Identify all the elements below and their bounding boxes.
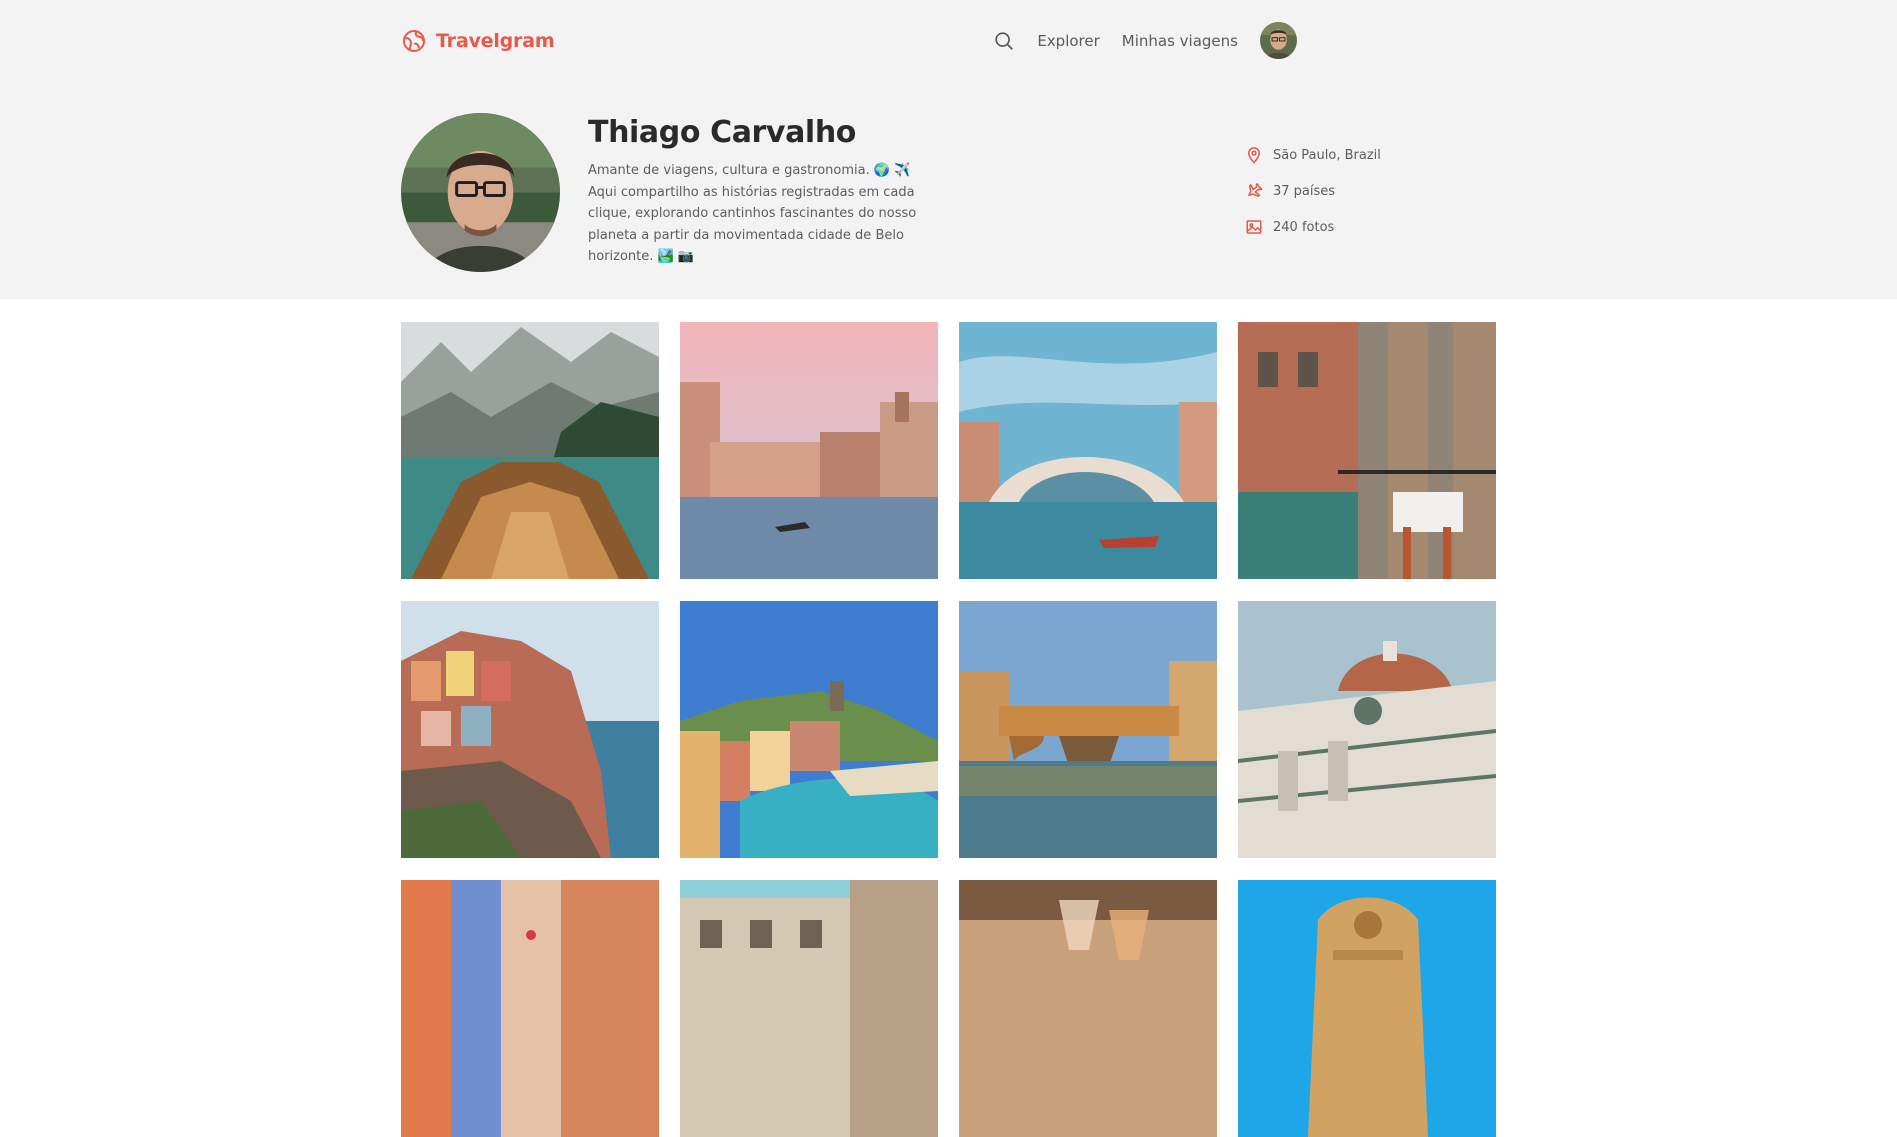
profile-header: Travelgram Explorer Minhas viagens Thiag… [0, 0, 1897, 299]
brand-logo[interactable]: Travelgram [402, 29, 555, 53]
stat-location: São Paulo, Brazil [1245, 145, 1381, 165]
gallery-photo[interactable] [680, 601, 938, 858]
profile-name: Thiago Carvalho [588, 115, 856, 150]
gallery-photo[interactable] [1238, 601, 1496, 858]
stat-location-text: São Paulo, Brazil [1273, 147, 1381, 163]
gallery-photo[interactable] [680, 322, 938, 579]
stat-countries: 37 países [1245, 181, 1381, 201]
gallery-photo[interactable] [401, 322, 659, 579]
profile-stats: São Paulo, Brazil 37 países 240 fotos [1245, 145, 1381, 253]
stat-photos-text: 240 fotos [1273, 219, 1335, 235]
gallery-photo[interactable] [959, 322, 1217, 579]
gallery-photo[interactable] [959, 601, 1217, 858]
gallery-photo[interactable] [401, 601, 659, 858]
gallery-photo[interactable] [959, 880, 1217, 1137]
gallery-photo[interactable] [1238, 880, 1496, 1137]
search-icon[interactable] [993, 30, 1015, 52]
stat-photos: 240 fotos [1245, 217, 1381, 237]
gallery-photo[interactable] [401, 880, 659, 1137]
profile-avatar [401, 113, 560, 272]
profile-bio: Amante de viagens, cultura e gastronomia… [588, 163, 917, 264]
plane-icon [1248, 183, 1263, 197]
map-pin-icon [1247, 147, 1261, 164]
gallery-photo[interactable] [680, 880, 938, 1137]
photo-gallery [401, 322, 1496, 1137]
brand-name: Travelgram [436, 30, 555, 52]
stat-countries-text: 37 países [1273, 183, 1336, 199]
globe-icon [403, 30, 425, 52]
nav-link-explorer[interactable]: Explorer [1037, 32, 1099, 50]
user-avatar[interactable] [1260, 22, 1297, 59]
nav-link-minhas-viagens[interactable]: Minhas viagens [1122, 32, 1238, 50]
top-nav: Explorer Minhas viagens [993, 22, 1297, 59]
gallery-photo[interactable] [1238, 322, 1496, 579]
image-icon [1246, 220, 1262, 234]
